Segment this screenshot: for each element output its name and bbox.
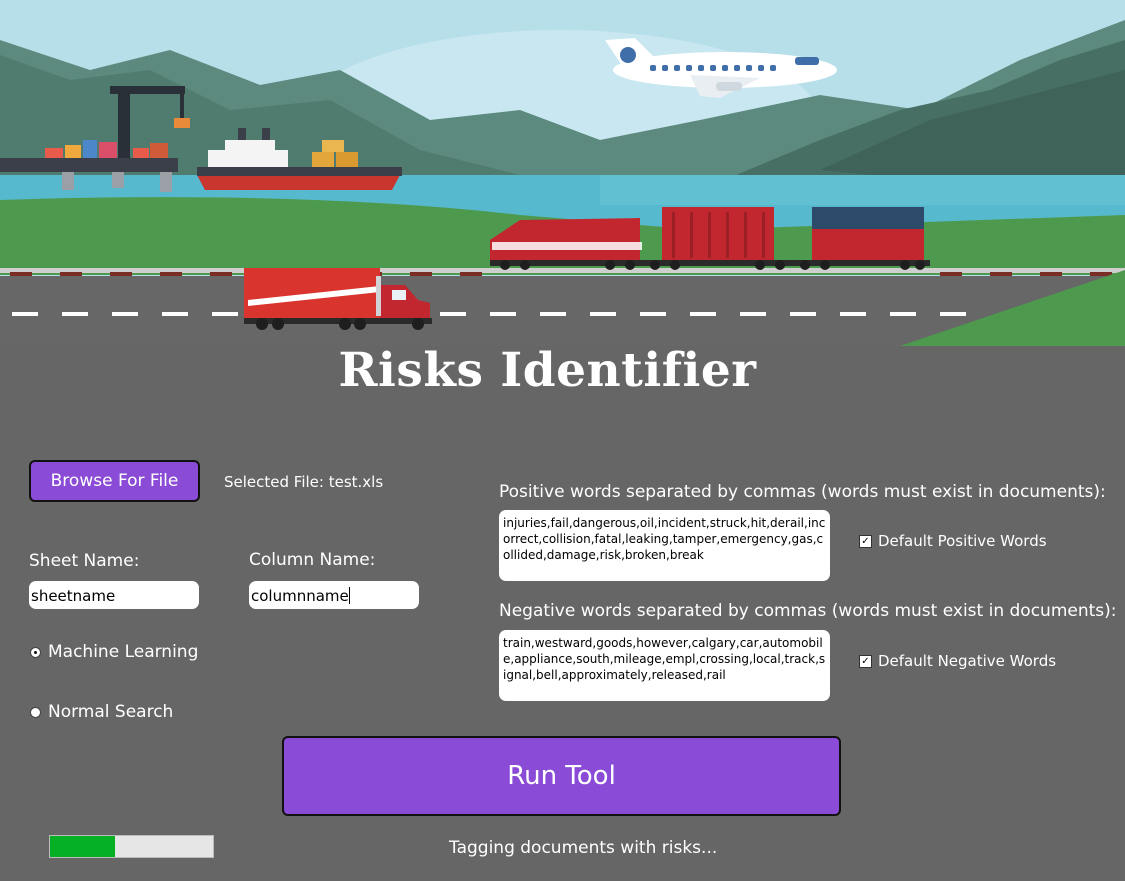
header-illustration [0,0,1125,346]
transport-scene-illustration [0,0,1125,346]
machine-learning-radio[interactable]: Machine Learning [30,642,198,662]
negative-words-textarea[interactable]: train,westward,goods,however,calgary,car… [499,630,830,701]
status-text: Tagging documents with risks... [449,838,718,858]
default-positive-words-checkbox[interactable]: ✓ Default Positive Words [859,532,1047,550]
checkbox-checked-icon: ✓ [859,534,872,548]
column-name-input[interactable]: columnname [249,581,419,609]
progress-bar-fill [50,836,116,857]
positive-words-label: Positive words separated by commas (word… [499,482,1106,502]
normal-search-label: Normal Search [48,702,174,722]
run-tool-button[interactable]: Run Tool [282,736,841,816]
default-positive-words-label: Default Positive Words [878,532,1047,550]
radio-selected-icon [30,646,41,658]
radio-unselected-icon [30,706,41,718]
checkbox-checked-icon: ✓ [859,654,872,668]
negative-words-label: Negative words separated by commas (word… [499,601,1117,621]
default-negative-words-checkbox[interactable]: ✓ Default Negative Words [859,652,1056,670]
sheet-name-input[interactable]: sheetname [29,581,199,609]
text-caret [348,587,350,604]
machine-learning-label: Machine Learning [48,642,199,662]
column-name-value: columnname [251,587,349,605]
default-negative-words-label: Default Negative Words [878,652,1057,670]
positive-words-textarea[interactable]: injuries,fail,dangerous,oil,incident,str… [499,510,830,581]
browse-file-button[interactable]: Browse For File [29,460,200,502]
normal-search-radio[interactable]: Normal Search [30,702,173,722]
column-name-label: Column Name: [249,550,376,570]
progress-bar [49,835,214,858]
selected-file-label: Selected File: test.xls [224,473,384,491]
sheet-name-value: sheetname [31,587,116,605]
sheet-name-label: Sheet Name: [29,551,140,571]
app-title: Risks Identifier [338,343,757,398]
